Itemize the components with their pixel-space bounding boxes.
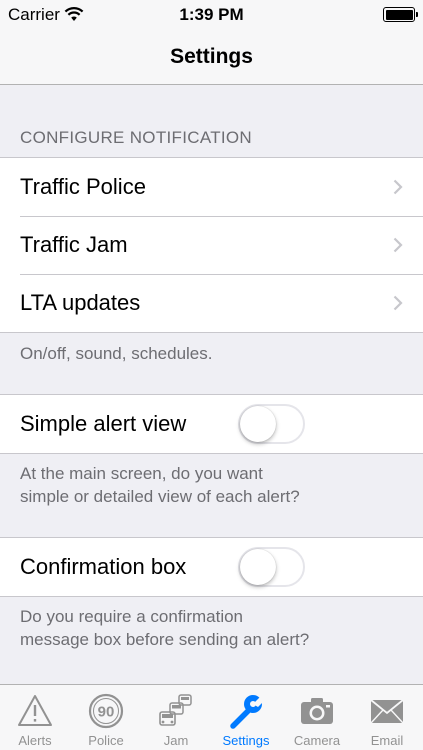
tab-email[interactable]: Email [352,685,422,750]
tab-settings[interactable]: Settings [211,685,281,750]
tab-bar: Alerts 90 Police Jam Settings Camera Ema… [0,684,423,750]
section-footer-notifications: On/off, sound, schedules. [20,344,213,363]
tab-jam[interactable]: Jam [141,685,211,750]
confirmation-group: Confirmation box [0,537,423,597]
navigation-bar: Settings [0,28,423,85]
tab-label: Police [88,733,124,748]
row-label: Simple alert view [20,411,187,436]
speed-limit-value: 90 [98,704,115,721]
simple-alert-toggle[interactable] [238,404,305,444]
tab-label: Jam [163,733,189,748]
tab-label: Camera [293,733,341,748]
footer-line: message box before sending an alert? [20,630,310,649]
status-bar: Carrier 1:39 PM [0,0,423,28]
row-confirmation-box: Confirmation box [0,538,423,596]
confirmation-toggle[interactable] [238,547,305,587]
envelope-icon [369,693,405,729]
traffic-cars-icon [158,693,194,729]
row-label: Traffic Jam [20,232,128,257]
section-footer-confirmation: Do you require a confirmation message bo… [20,605,309,651]
row-traffic-jam[interactable]: Traffic Jam [0,216,423,274]
speed-limit-icon: 90 [88,693,124,729]
tab-label: Settings [222,733,270,748]
toggle-knob [240,549,276,585]
row-label: Traffic Police [20,174,146,199]
tab-alerts[interactable]: Alerts [0,685,70,750]
battery-icon [383,7,418,22]
chevron-right-icon [393,179,403,200]
section-header-notifications: CONFIGURE NOTIFICATION [20,128,252,147]
row-simple-alert-view: Simple alert view [0,395,423,453]
row-traffic-police[interactable]: Traffic Police [0,158,423,216]
toggle-knob [240,406,276,442]
row-label: LTA updates [20,290,141,315]
chevron-right-icon [393,295,403,316]
warning-triangle-icon [17,693,53,729]
notification-group: Traffic Police Traffic Jam LTA updates [0,157,423,333]
chevron-right-icon [393,237,403,258]
status-time: 1:39 PM [179,5,244,24]
wrench-icon [228,693,264,729]
footer-line: Do you require a confirmation [20,607,244,626]
tab-label: Email [370,733,404,748]
tab-label: Alerts [18,733,52,748]
camera-icon [299,693,335,729]
footer-line: simple or detailed view of each alert? [20,487,300,506]
footer-line: At the main screen, do you want [20,464,263,483]
row-label: Confirmation box [20,554,187,579]
page-title: Settings [170,45,253,68]
section-footer-simple-alert: At the main screen, do you want simple o… [20,462,300,508]
row-lta-updates[interactable]: LTA updates [0,274,423,332]
tab-police[interactable]: 90 Police [71,685,141,750]
tab-camera[interactable]: Camera [282,685,352,750]
simple-alert-group: Simple alert view [0,394,423,454]
